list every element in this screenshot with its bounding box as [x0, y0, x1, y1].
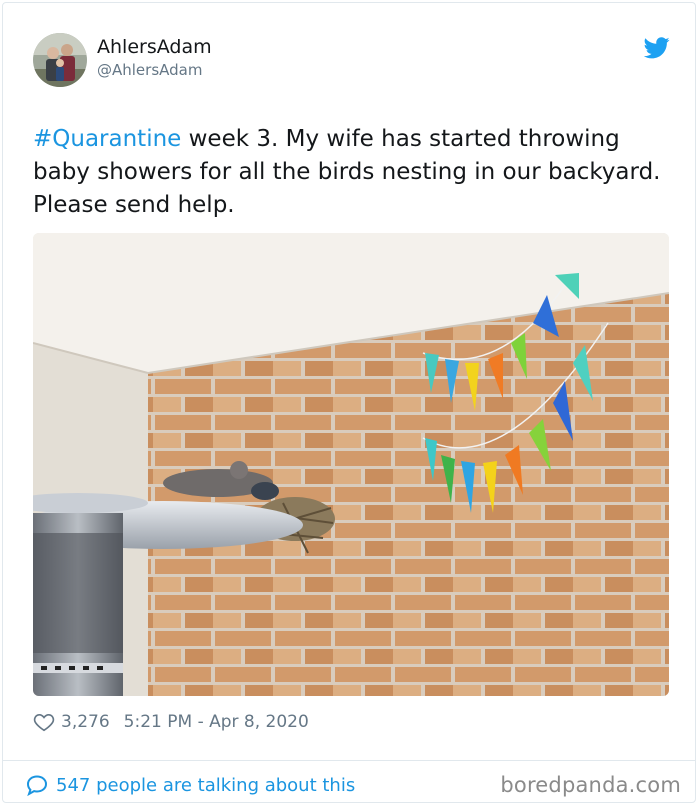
tweet-photo[interactable] — [33, 233, 669, 696]
timestamp[interactable]: 5:21 PM - Apr 8, 2020 — [124, 712, 309, 732]
conversation-link[interactable]: 547 people are talking about this — [25, 771, 355, 799]
twitter-bird-icon[interactable] — [644, 37, 670, 59]
hashtag-link[interactable]: #Quarantine — [33, 126, 181, 152]
avatar-image — [33, 33, 87, 87]
tweet-text: #Quarantine week 3. My wife has started … — [33, 123, 663, 222]
tweet-card: AhlersAdam @AhlersAdam #Quarantine week … — [2, 2, 696, 803]
like-count[interactable]: 3,276 — [61, 712, 110, 732]
source-watermark: boredpanda.com — [500, 773, 681, 797]
avatar[interactable] — [33, 33, 87, 87]
user-handle[interactable]: @AhlersAdam — [97, 61, 202, 79]
divider — [3, 760, 695, 761]
tweet-meta: 3,276 5:21 PM - Apr 8, 2020 — [33, 709, 309, 735]
conversation-count-text: 547 people are talking about this — [56, 774, 356, 796]
display-name[interactable]: AhlersAdam — [97, 36, 212, 58]
heart-icon[interactable] — [33, 711, 55, 733]
photo-image — [33, 233, 669, 696]
speech-bubble-icon — [26, 775, 48, 797]
